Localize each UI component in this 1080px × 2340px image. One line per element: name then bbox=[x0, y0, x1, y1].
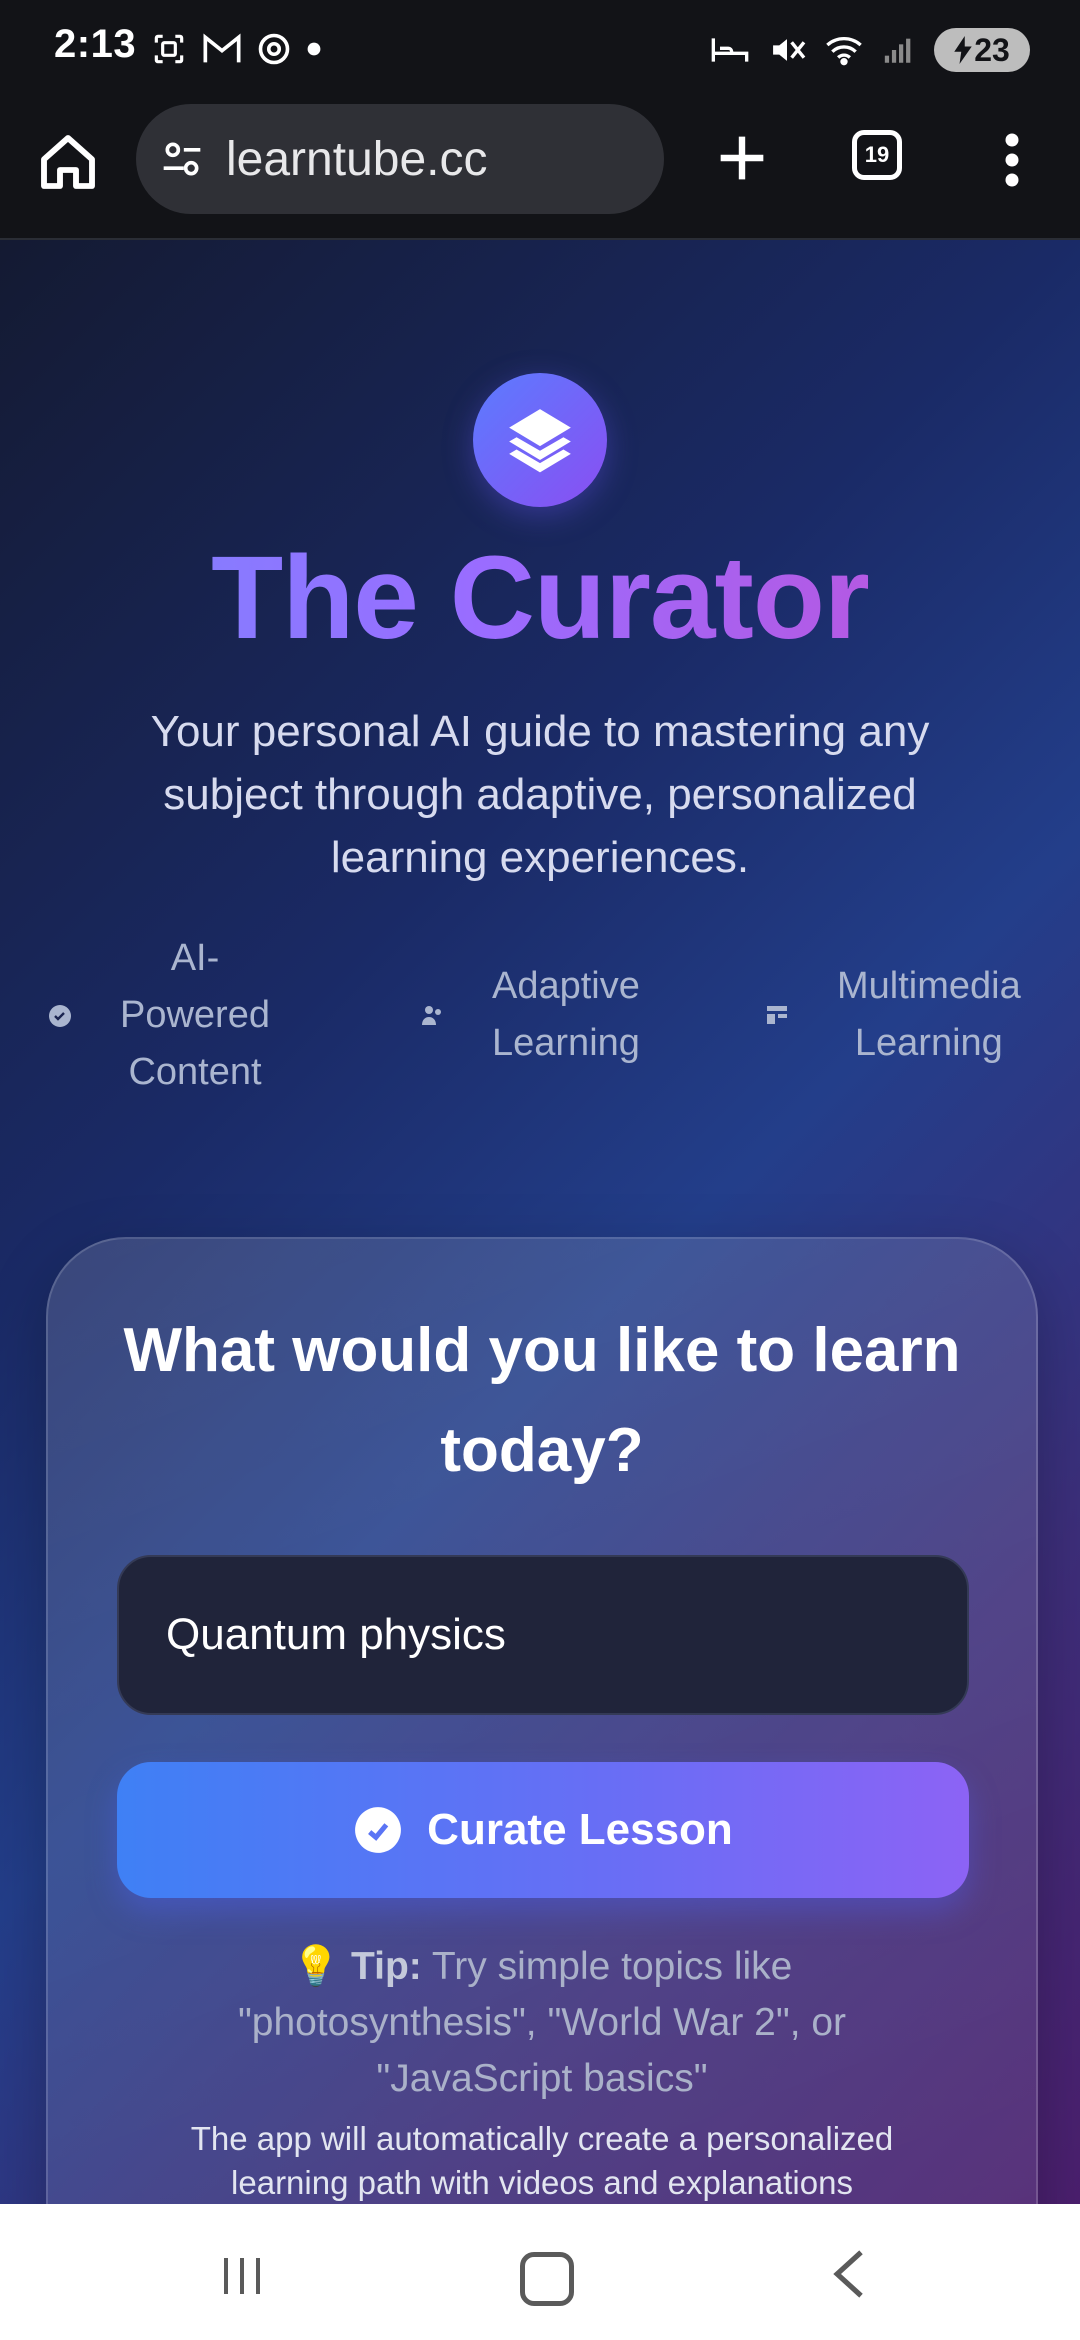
app-logo bbox=[473, 373, 607, 507]
mute-icon bbox=[773, 39, 806, 61]
dot-icon bbox=[307, 42, 321, 56]
layers-icon bbox=[509, 409, 571, 473]
home-button[interactable] bbox=[520, 2252, 574, 2306]
home-icon[interactable] bbox=[36, 130, 100, 194]
site-settings-icon[interactable] bbox=[160, 137, 204, 181]
charging-icon bbox=[954, 36, 972, 64]
screenshot-icon bbox=[154, 34, 184, 64]
new-tab-icon[interactable] bbox=[710, 126, 774, 190]
recent-apps-icon[interactable] bbox=[218, 2254, 266, 2298]
tip-text: 💡 Tip: Try simple topics like "photosynt… bbox=[158, 1939, 926, 2107]
feature-multimedia: Multimedia Learning bbox=[765, 958, 1021, 1072]
address-bar[interactable]: learntube.cc bbox=[136, 104, 664, 214]
gmail-icon bbox=[203, 33, 241, 63]
status-left-icons bbox=[150, 30, 322, 68]
feature-label: AI- Powered Content bbox=[120, 937, 270, 1093]
url-text[interactable]: learntube.cc bbox=[226, 132, 488, 187]
card-title: What would you like to learn today? bbox=[123, 1316, 961, 1485]
feature-list: AI- Powered Content Adaptive Learning Mu… bbox=[0, 930, 1080, 1110]
back-icon[interactable] bbox=[830, 2248, 866, 2300]
app-subtitle: Your personal AI guide to mastering any … bbox=[150, 707, 930, 882]
wifi-icon bbox=[826, 37, 862, 66]
app-title: The Curator bbox=[0, 530, 1080, 666]
check-circle-icon bbox=[355, 1807, 402, 1853]
status-time: 2:13 bbox=[54, 22, 137, 66]
battery-level: 23 bbox=[974, 31, 1010, 68]
lightbulb-icon: 💡 bbox=[291, 1945, 341, 1988]
info-note: The app will automatically create a pers… bbox=[190, 2120, 894, 2201]
bed-icon bbox=[711, 38, 749, 62]
web-page-content: The Curator Your personal AI guide to ma… bbox=[0, 240, 1080, 2204]
users-icon bbox=[422, 1006, 441, 1025]
feature-ai-powered: AI- Powered Content bbox=[48, 930, 270, 1101]
check-circle-icon bbox=[49, 1004, 71, 1027]
status-bar: 2:13 23 bbox=[0, 0, 1080, 100]
feature-label: Multimedia Learning bbox=[837, 965, 1021, 1064]
layout-icon bbox=[767, 1006, 787, 1024]
topic-input-wrapper[interactable] bbox=[117, 1555, 969, 1715]
feature-label: Adaptive Learning bbox=[492, 965, 640, 1064]
feature-adaptive: Adaptive Learning bbox=[420, 958, 640, 1072]
tab-switcher-button[interactable]: 19 bbox=[852, 130, 902, 180]
tip-label: Tip: bbox=[351, 1945, 422, 1988]
status-right-icons: 23 bbox=[710, 28, 1030, 72]
more-options-icon[interactable] bbox=[994, 130, 1030, 190]
curate-lesson-button[interactable]: Curate Lesson bbox=[117, 1762, 969, 1898]
signal-icon bbox=[884, 38, 911, 63]
chrome-icon bbox=[258, 33, 290, 65]
lesson-request-card: What would you like to learn today? Cura… bbox=[46, 1237, 1038, 2204]
topic-input[interactable] bbox=[164, 1609, 967, 1661]
battery-indicator: 23 bbox=[934, 28, 1030, 72]
browser-toolbar: learntube.cc 19 bbox=[0, 100, 1080, 240]
curate-lesson-label: Curate Lesson bbox=[427, 1805, 733, 1854]
tab-count: 19 bbox=[864, 142, 890, 167]
system-navigation-bar bbox=[0, 2204, 1080, 2340]
